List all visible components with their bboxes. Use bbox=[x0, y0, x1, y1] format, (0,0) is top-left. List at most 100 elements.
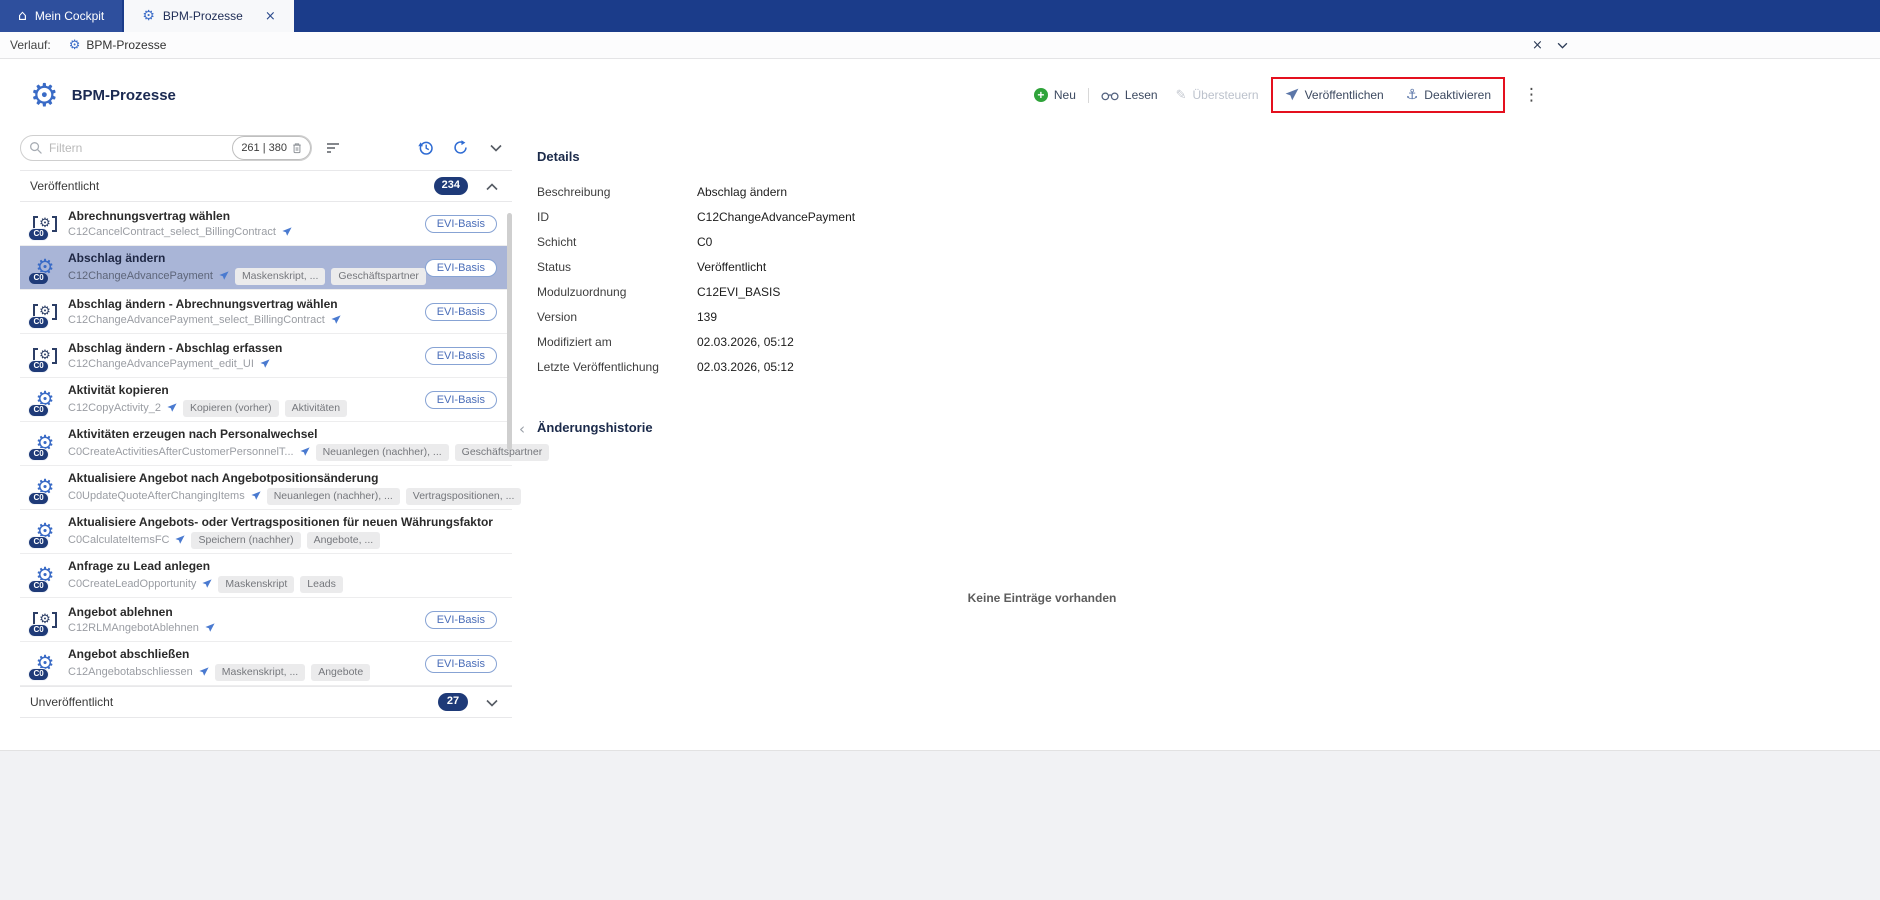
process-title: Abschlag ändern bbox=[68, 251, 426, 265]
tag-list: Neuanlegen (nachher), ...Geschäftspartne… bbox=[316, 444, 550, 461]
layer-badge: C0 bbox=[28, 580, 49, 593]
process-id: C12ChangeAdvancePayment_select_BillingCo… bbox=[68, 314, 325, 326]
read-button[interactable]: Lesen bbox=[1101, 88, 1158, 102]
detail-row: Beschreibung Abschlag ändern bbox=[537, 180, 1547, 205]
tag: Leads bbox=[300, 576, 343, 593]
process-id: C12ChangeAdvancePayment bbox=[68, 270, 213, 282]
history-block: Änderungshistorie bbox=[537, 420, 1547, 435]
section-header-published[interactable]: Veröffentlicht 234 bbox=[20, 170, 512, 202]
bracket-right bbox=[52, 612, 57, 628]
process-list-item[interactable]: ⚙ C0 Angebot ablehnen C12RLMAngebotAbleh… bbox=[20, 598, 512, 642]
process-list: ⚙ C0 Abrechnungsvertrag wählen C12Cancel… bbox=[20, 202, 512, 686]
layer-badge: C0 bbox=[28, 272, 49, 285]
tag: Aktivitäten bbox=[285, 400, 347, 417]
module-pill: EVI-Basis bbox=[425, 303, 497, 321]
process-texts: Angebot ablehnen C12RLMAngebotAblehnen bbox=[68, 605, 221, 634]
rocket-icon bbox=[300, 447, 310, 457]
process-id: C12ChangeAdvancePayment_edit_UI bbox=[68, 358, 254, 370]
process-id: C0CalculateItemsFC bbox=[68, 534, 169, 546]
chevron-down-icon[interactable] bbox=[490, 144, 502, 152]
module-pill: EVI-Basis bbox=[425, 611, 497, 629]
process-subrow: C0CreateLeadOpportunity MaskenskriptLead… bbox=[68, 576, 343, 593]
publish-button-label: Veröffentlichen bbox=[1305, 88, 1384, 102]
process-list-item[interactable]: ⚙ C0 Aktivitäten erzeugen nach Personalw… bbox=[20, 422, 512, 466]
publish-button[interactable]: Veröffentlichen bbox=[1285, 88, 1384, 102]
tag-list: Speichern (nachher)Angebote, ... bbox=[191, 532, 380, 549]
layer-badge: C0 bbox=[28, 624, 49, 637]
process-id: C0UpdateQuoteAfterChangingItems bbox=[68, 490, 245, 502]
process-icon: ⚙ C0 bbox=[28, 471, 62, 505]
process-texts: Angebot abschließen C12Angebotabschliess… bbox=[68, 647, 370, 681]
process-subrow: C0UpdateQuoteAfterChangingItems Neuanleg… bbox=[68, 488, 512, 505]
deactivate-button[interactable]: ⚓ Deaktivieren bbox=[1406, 88, 1491, 102]
detail-row: Modifiziert am 02.03.2026, 05:12 bbox=[537, 330, 1547, 355]
detail-label: Modulzuordnung bbox=[537, 280, 697, 305]
history-heading: Änderungshistorie bbox=[537, 420, 1547, 435]
verlauf-item-label: BPM-Prozesse bbox=[86, 38, 166, 52]
process-list-item[interactable]: ⚙ C0 Abschlag ändern - Abschlag erfassen… bbox=[20, 334, 512, 378]
detail-value: Abschlag ändern bbox=[697, 180, 1547, 205]
tab-bpm-prozesse[interactable]: ⚙ BPM-Prozesse × bbox=[124, 0, 294, 32]
process-list-item[interactable]: ⚙ C0 Abschlag ändern - Abrechnungsvertra… bbox=[20, 290, 512, 334]
list-scrollbar-thumb[interactable] bbox=[507, 213, 512, 450]
detail-value: C12ChangeAdvancePayment bbox=[697, 205, 1547, 230]
process-icon: ⚙ C0 bbox=[28, 339, 62, 373]
trash-icon[interactable] bbox=[292, 142, 302, 154]
close-tab-icon[interactable]: × bbox=[265, 10, 276, 23]
tag: Angebote bbox=[311, 664, 370, 681]
process-list-item[interactable]: ⚙ C0 Abrechnungsvertrag wählen C12Cancel… bbox=[20, 202, 512, 246]
detail-value: C0 bbox=[697, 230, 1547, 255]
window-tab-bar: ⌂ Mein Cockpit ⚙ BPM-Prozesse × bbox=[0, 0, 1880, 32]
process-list-panel: 261 | 380 Veröffentlicht 234 bbox=[20, 134, 512, 718]
process-list-item[interactable]: ⚙ C0 Anfrage zu Lead anlegen C0CreateLea… bbox=[20, 554, 512, 598]
tag: Kopieren (vorher) bbox=[183, 400, 279, 417]
process-list-item[interactable]: ⚙ C0 Aktualisiere Angebots- oder Vertrag… bbox=[20, 510, 512, 554]
detail-label: Modifiziert am bbox=[537, 330, 697, 355]
detail-value: 139 bbox=[697, 305, 1547, 330]
chevron-up-icon bbox=[486, 183, 498, 191]
detail-row: Schicht C0 bbox=[537, 230, 1547, 255]
process-id: C12CopyActivity_2 bbox=[68, 402, 161, 414]
tag-list: Maskenskript, ...Angebote bbox=[215, 664, 370, 681]
override-button[interactable]: ✎ Übersteuern bbox=[1176, 88, 1259, 102]
process-texts: Aktivitäten erzeugen nach Personalwechse… bbox=[68, 427, 512, 461]
module-pill: EVI-Basis bbox=[425, 259, 497, 277]
process-subrow: C0CalculateItemsFC Speichern (nachher)An… bbox=[68, 532, 493, 549]
layer-badge: C0 bbox=[28, 316, 49, 329]
kebab-menu-icon[interactable]: ⋮ bbox=[1523, 87, 1540, 104]
tab-mein-cockpit[interactable]: ⌂ Mein Cockpit bbox=[0, 0, 122, 32]
tag: Angebote, ... bbox=[307, 532, 381, 549]
tag-list: MaskenskriptLeads bbox=[218, 576, 342, 593]
process-icon: ⚙ C0 bbox=[28, 515, 62, 549]
refresh-icon[interactable] bbox=[453, 140, 468, 155]
process-icon: ⚙ C0 bbox=[28, 647, 62, 681]
deactivate-button-label: Deaktivieren bbox=[1424, 88, 1491, 102]
tag: Neuanlegen (nachher), ... bbox=[316, 444, 449, 461]
module-pill: EVI-Basis bbox=[425, 215, 497, 233]
result-count-chip[interactable]: 261 | 380 bbox=[232, 136, 311, 160]
tag-list: Neuanlegen (nachher), ...Vertragspositio… bbox=[267, 488, 522, 505]
chevron-down-icon[interactable] bbox=[1557, 42, 1568, 49]
collapse-panel-icon[interactable]: ‹ bbox=[519, 422, 525, 437]
rocket-icon bbox=[331, 315, 341, 325]
process-icon: ⚙ C0 bbox=[28, 295, 62, 329]
sort-icon[interactable] bbox=[326, 142, 341, 154]
process-list-item[interactable]: ⚙ C0 Aktualisiere Angebot nach Angebotpo… bbox=[20, 466, 512, 510]
clear-verlauf-icon[interactable]: × bbox=[1532, 39, 1543, 52]
history-icon[interactable] bbox=[418, 140, 434, 156]
process-subrow: C0CreateActivitiesAfterCustomerPersonnel… bbox=[68, 444, 512, 461]
process-texts: Aktualisiere Angebots- oder Vertragsposi… bbox=[68, 515, 493, 549]
detail-label: Status bbox=[537, 255, 697, 280]
section-header-unpublished[interactable]: Unveröffentlicht 27 bbox=[20, 686, 512, 718]
process-title: Abschlag ändern - Abrechnungsvertrag wäh… bbox=[68, 297, 347, 311]
verlauf-bar: Verlauf: ⚙ BPM-Prozesse × bbox=[0, 32, 1880, 59]
tag: Vertragspositionen, ... bbox=[406, 488, 522, 505]
verlauf-item-bpm-prozesse[interactable]: ⚙ BPM-Prozesse bbox=[69, 38, 167, 52]
rocket-icon bbox=[1285, 88, 1299, 102]
layer-badge: C0 bbox=[28, 228, 49, 241]
process-list-item[interactable]: ⚙ C0 Abschlag ändern C12ChangeAdvancePay… bbox=[20, 246, 512, 290]
process-list-item[interactable]: ⚙ C0 Aktivität kopieren C12CopyActivity_… bbox=[20, 378, 512, 422]
details-rows: Beschreibung Abschlag ändern ID C12Chang… bbox=[537, 180, 1547, 380]
new-button[interactable]: + Neu bbox=[1034, 88, 1076, 102]
process-list-item[interactable]: ⚙ C0 Angebot abschließen C12Angebotabsch… bbox=[20, 642, 512, 686]
